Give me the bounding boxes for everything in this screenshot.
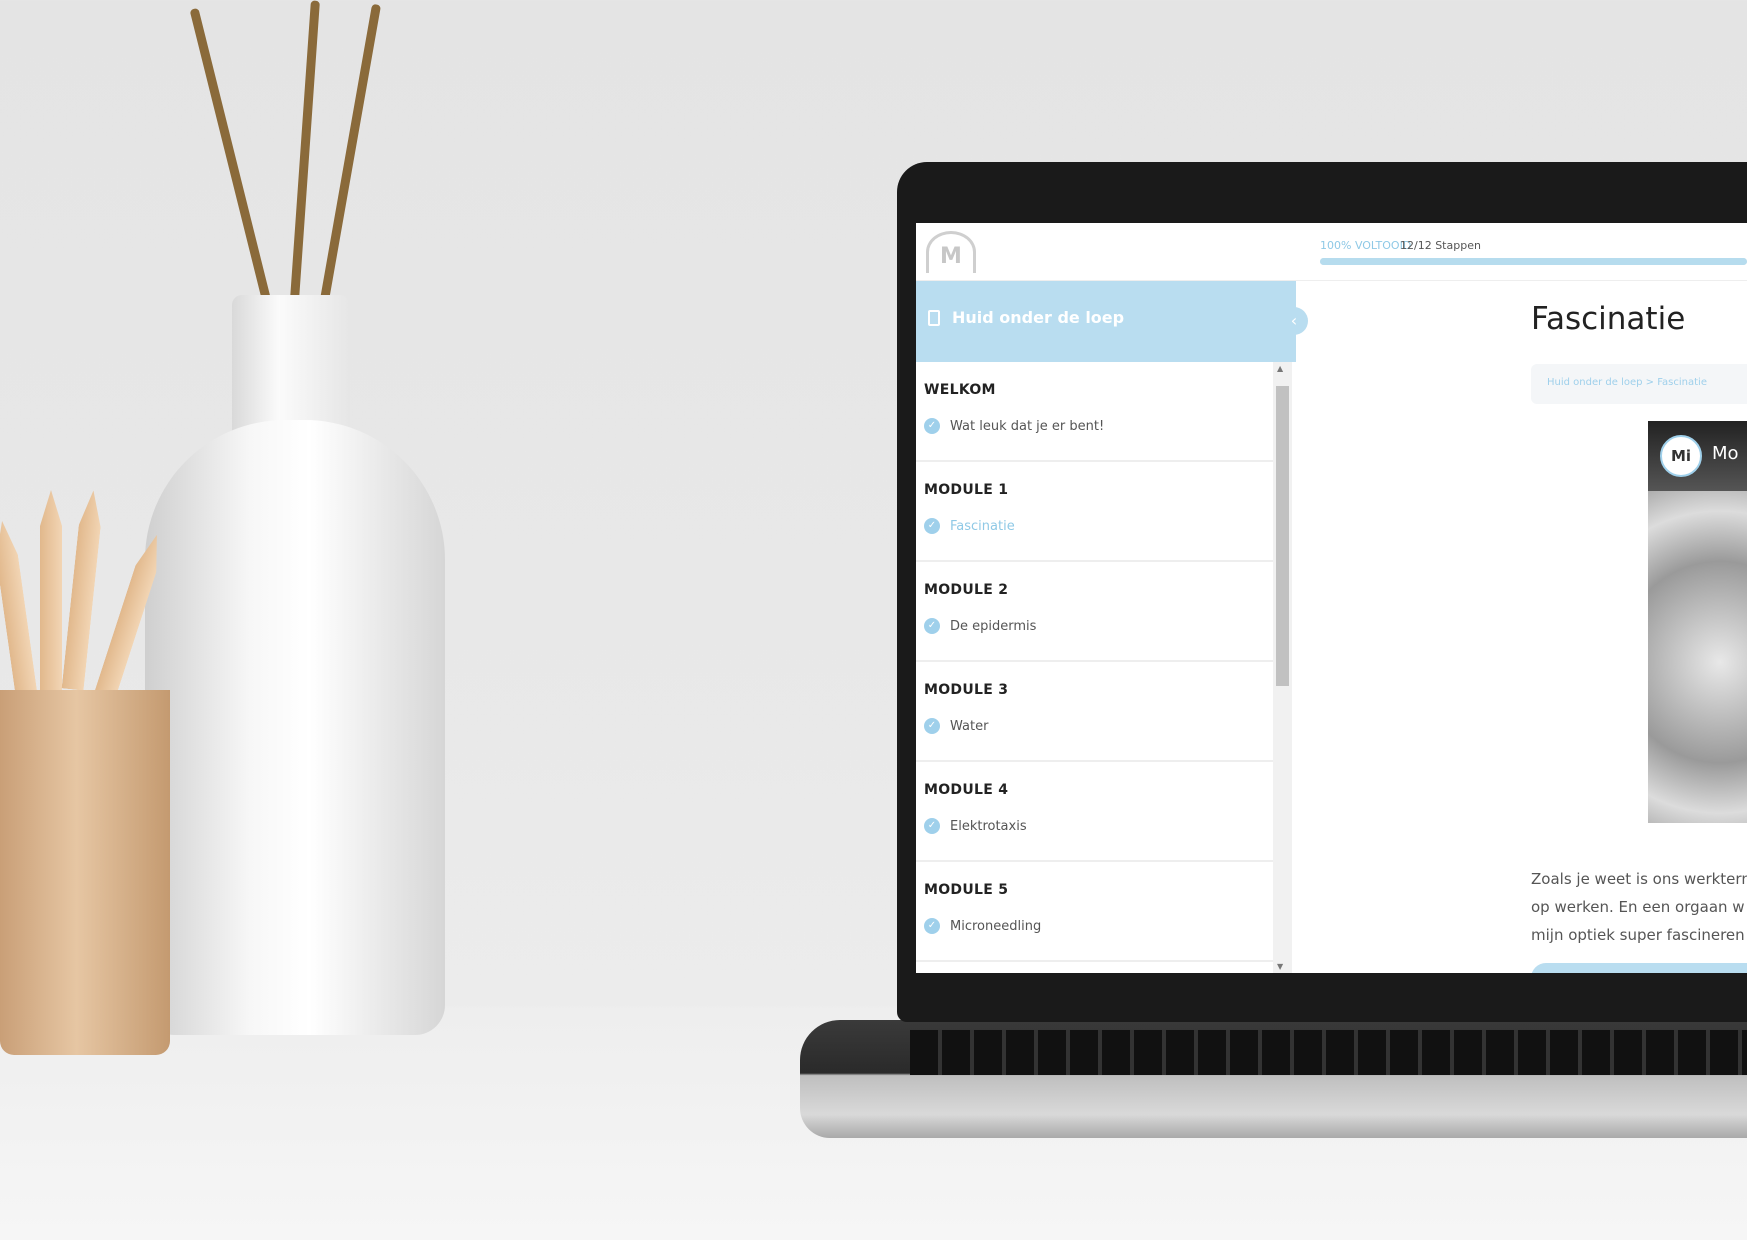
sidebar-header: Huid onder de loep ‹ [916,281,1308,362]
module-section: MODULE 2 ✓ De epidermis [916,562,1273,662]
course-title: Huid onder de loep [952,308,1125,327]
steps-count: 12/12 Stappen [1400,239,1481,252]
lesson-item[interactable]: ✓ De epidermis [924,618,1273,634]
lesson-item[interactable]: ✓ Fascinatie [924,518,1273,534]
section-title[interactable]: MODULE 4 [924,782,1273,798]
laptop-screen: M 100% VOLTOOID 12/12 Stappen Huid onder… [916,223,1747,973]
section-title[interactable]: MODULE 3 [924,682,1273,698]
module-section: MODULE 5 ✓ Microneedling [916,862,1273,962]
branch [290,0,320,301]
module-section: MODULE 4 ✓ Elektrotaxis [916,762,1273,862]
scrollbar[interactable]: ▲ ▼ [1273,362,1292,973]
collapse-sidebar-button[interactable]: ‹ [1280,307,1308,335]
breadcrumb[interactable]: Huid onder de loep > Fascinatie [1531,364,1747,404]
logo[interactable]: M [926,231,976,273]
text-line: op werken. En een orgaan w [1531,898,1745,916]
lesson-label: De epidermis [950,618,1037,634]
section-title[interactable]: MODULE 5 [924,882,1273,898]
scroll-up-icon[interactable]: ▲ [1277,364,1283,373]
section-title[interactable]: MODULE 2 [924,582,1273,598]
lesson-label: Fascinatie [950,518,1015,534]
scroll-down-icon[interactable]: ▼ [1277,962,1283,971]
book-icon [928,310,940,326]
branch [189,7,271,302]
text-line: mijn optiek super fascineren [1531,926,1745,944]
pencil [40,490,62,690]
video-title-bar: Mi Mo [1648,421,1747,491]
module-section: WELKOM ✓ Wat leuk dat je er bent! [916,362,1273,462]
check-icon: ✓ [924,818,940,834]
lesson-text: Zoals je weet is ons werktern op werken.… [1531,865,1747,949]
video-title[interactable]: Mo [1712,443,1739,464]
channel-logo[interactable]: Mi [1660,435,1702,477]
pencil-cup [0,690,170,1055]
check-icon: ✓ [924,518,940,534]
check-icon: ✓ [924,918,940,934]
section-title[interactable]: MODULE 1 [924,482,1273,498]
video-player[interactable]: Mi Mo [1648,421,1747,823]
vase-body [145,420,445,1035]
lesson-item[interactable]: ✓ Wat leuk dat je er bent! [924,418,1273,434]
pencil [62,489,105,690]
keyboard [910,1030,1747,1075]
check-icon: ✓ [924,618,940,634]
page-title: Fascinatie [1531,301,1686,337]
section-title[interactable]: WELKOM [924,382,1273,398]
chevron-left-icon: ‹ [1290,311,1298,330]
check-icon: ✓ [924,418,940,434]
scroll-thumb[interactable] [1276,386,1289,686]
lesson-item[interactable]: ✓ Water [924,718,1273,734]
lesson-label: Microneedling [950,918,1042,934]
lesson-item[interactable]: ✓ Microneedling [924,918,1273,934]
progress-fill [1320,258,1747,265]
lesson-item[interactable]: ✓ Elektrotaxis [924,818,1273,834]
progress-bar [1320,258,1747,265]
module-section: MODULE 1 ✓ Fascinatie [916,462,1273,562]
lesson-label: Water [950,718,989,734]
branch [320,3,382,301]
top-bar: M 100% VOLTOOID 12/12 Stappen [916,223,1747,281]
module-list: WELKOM ✓ Wat leuk dat je er bent! MODULE 1… [916,362,1273,973]
check-icon: ✓ [924,718,940,734]
text-line: Zoals je weet is ons werktern [1531,870,1747,888]
module-section: MODULE 3 ✓ Water [916,662,1273,762]
lesson-label: Wat leuk dat je er bent! [950,418,1105,434]
next-button[interactable] [1531,963,1747,973]
lesson-label: Elektrotaxis [950,818,1027,834]
progress-label: 100% VOLTOOID [1320,239,1412,252]
